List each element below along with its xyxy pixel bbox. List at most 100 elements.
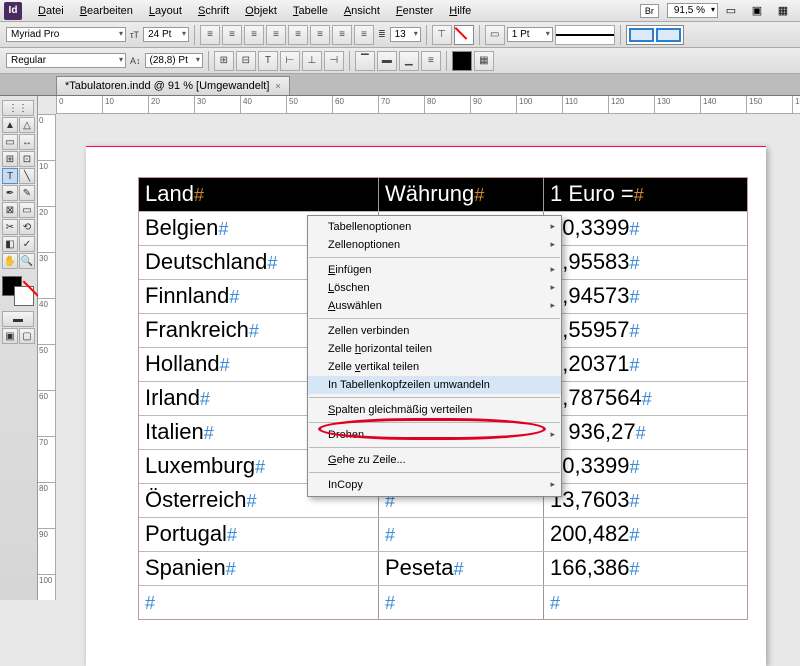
menu-datei[interactable]: Datei <box>30 2 72 20</box>
rotate-90-icon[interactable]: ⊢ <box>280 51 300 71</box>
table-row[interactable]: ### <box>139 585 747 619</box>
stroke-style-icon[interactable]: ▭ <box>485 25 505 45</box>
align-left-icon[interactable]: ≡ <box>200 25 220 45</box>
grabber-icon[interactable]: ⋮⋮ <box>2 100 34 116</box>
font-style-field[interactable]: Regular <box>6 53 126 68</box>
menu-bearbeiten[interactable]: Bearbeiten <box>72 2 141 20</box>
fill-none-swatch[interactable] <box>454 25 474 45</box>
menu-ansicht[interactable]: Ansicht <box>336 2 388 20</box>
fill-stroke-swatches[interactable] <box>2 276 34 306</box>
rotate-180-icon[interactable]: ⊥ <box>302 51 322 71</box>
font-size-field[interactable]: 24 Pt <box>143 27 189 42</box>
merge-cells-icon[interactable]: ⊞ <box>214 51 234 71</box>
table-cell[interactable]: 40,3399# <box>544 212 747 245</box>
rectangle-tool[interactable]: ▭ <box>19 202 35 218</box>
ctx-vertikal-teilen[interactable]: Zelle vertikal teilen <box>308 358 561 376</box>
rectangle-frame-tool[interactable]: ⊠ <box>2 202 18 218</box>
table-header-cell[interactable]: Land# <box>139 178 379 211</box>
table-cell[interactable]: Portugal# <box>139 518 379 551</box>
normal-view-icon[interactable]: ▣ <box>2 328 18 344</box>
menu-hilfe[interactable]: Hilfe <box>441 2 479 20</box>
arrange-icon[interactable]: ▦ <box>772 2 794 20</box>
table-cell[interactable]: 40,3399# <box>544 450 747 483</box>
ctx-spalten-verteilen[interactable]: Spalten gleichmäßig verteilen <box>308 401 561 419</box>
cell-valign-bot-icon[interactable]: ▁ <box>399 51 419 71</box>
stroke-weight-field[interactable]: 1 Pt <box>507 27 553 42</box>
free-transform-tool[interactable]: ⟲ <box>19 219 35 235</box>
table-cell[interactable]: # <box>379 586 544 619</box>
zoom-tool[interactable]: 🔍 <box>19 253 35 269</box>
hand-tool[interactable]: ✋ <box>2 253 18 269</box>
table-header-cell[interactable]: Währung# <box>379 178 544 211</box>
table-cell[interactable]: 13,7603# <box>544 484 747 517</box>
leading-field[interactable]: (28,8) Pt <box>145 53 203 68</box>
menu-schrift[interactable]: Schrift <box>190 2 237 20</box>
unmerge-cells-icon[interactable]: ⊟ <box>236 51 256 71</box>
justify-all-icon[interactable]: ≡ <box>266 25 286 45</box>
page-tool[interactable]: ▭ <box>2 134 18 150</box>
menu-layout[interactable]: Layout <box>141 2 190 20</box>
scissors-tool[interactable]: ✂ <box>2 219 18 235</box>
preview-view-icon[interactable]: ▢ <box>19 328 35 344</box>
cell-valign-mid-icon[interactable]: ▬ <box>377 51 397 71</box>
justify-right-icon[interactable]: ≡ <box>332 25 352 45</box>
line-tool[interactable]: ╲ <box>19 168 35 184</box>
stroke-proxy-icon[interactable]: ▦ <box>474 51 494 71</box>
ctx-loeschen[interactable]: Löschen <box>308 279 561 297</box>
ctx-gehe-zu-zeile[interactable]: Gehe zu Zeile... <box>308 451 561 469</box>
direct-selection-tool[interactable]: △ <box>19 117 35 133</box>
menu-tabelle[interactable]: Tabelle <box>285 2 336 20</box>
ctx-einfuegen[interactable]: Einfügen <box>308 261 561 279</box>
rotate-0-icon[interactable]: T <box>258 51 278 71</box>
table-cell[interactable]: # <box>139 586 379 619</box>
close-tab-icon[interactable]: × <box>275 81 280 91</box>
ctx-zellen-verbinden[interactable]: Zellen verbinden <box>308 322 561 340</box>
view-options-icon[interactable]: ▭ <box>720 2 742 20</box>
table-cell[interactable]: Spanien# <box>139 552 379 585</box>
table-header-cell[interactable]: 1 Euro =# <box>544 178 747 211</box>
align-right-icon[interactable]: ≡ <box>244 25 264 45</box>
stroke-type-field[interactable] <box>555 25 615 45</box>
eyedropper-tool[interactable]: ✓ <box>19 236 35 252</box>
selection-tool[interactable]: ▲ <box>2 117 18 133</box>
table-cell[interactable]: 200,482# <box>544 518 747 551</box>
justify-left-icon[interactable]: ≡ <box>288 25 308 45</box>
cell-valign-top-icon[interactable]: ▔ <box>355 51 375 71</box>
zoom-field[interactable]: 91,5 % <box>667 3 718 18</box>
apply-color-icon[interactable]: ▬ <box>2 311 34 327</box>
cell-valign-just-icon[interactable]: ≡ <box>421 51 441 71</box>
document-tab[interactable]: *Tabulatoren.indd @ 91 % [Umgewandelt] × <box>56 76 290 95</box>
spread-preview[interactable] <box>626 25 684 45</box>
rotate-270-icon[interactable]: ⊣ <box>324 51 344 71</box>
ctx-drehen[interactable]: Drehen <box>308 426 561 444</box>
content-collector-tool[interactable]: ⊞ <box>2 151 18 167</box>
align-center-icon[interactable]: ≡ <box>222 25 242 45</box>
table-cell[interactable]: 6,55957# <box>544 314 747 347</box>
content-placer-tool[interactable]: ⊡ <box>19 151 35 167</box>
table-row[interactable]: Portugal##200,482# <box>139 517 747 551</box>
ctx-in-kopfzeilen-umwandeln[interactable]: In Tabellenkopfzeilen umwandeln <box>308 376 561 394</box>
pencil-tool[interactable]: ✎ <box>19 185 35 201</box>
table-row[interactable]: Spanien#Peseta#166,386# <box>139 551 747 585</box>
table-cell[interactable]: # <box>544 586 747 619</box>
columns-field[interactable]: 13 <box>390 27 421 42</box>
gap-tool[interactable]: ↔ <box>19 134 35 150</box>
fill-black-swatch[interactable] <box>452 51 472 71</box>
table-cell[interactable]: 166,386# <box>544 552 747 585</box>
pen-tool[interactable]: ✒ <box>2 185 18 201</box>
table-cell[interactable]: 1 936,27# <box>544 416 747 449</box>
ctx-zellenoptionen[interactable]: Zellenoptionen <box>308 236 561 254</box>
table-cell[interactable]: # <box>379 518 544 551</box>
type-tool[interactable]: T <box>2 168 18 184</box>
justify-center-icon[interactable]: ≡ <box>310 25 330 45</box>
menu-fenster[interactable]: Fenster <box>388 2 441 20</box>
screen-mode-icon[interactable]: ▣ <box>746 2 768 20</box>
ctx-tabellenoptionen[interactable]: Tabellenoptionen <box>308 218 561 236</box>
bridge-button[interactable]: Br <box>640 4 659 18</box>
ctx-horizontal-teilen[interactable]: Zelle horizontal teilen <box>308 340 561 358</box>
table-cell[interactable]: 0,787564# <box>544 382 747 415</box>
ctx-auswaehlen[interactable]: Auswählen <box>308 297 561 315</box>
table-cell[interactable]: Peseta# <box>379 552 544 585</box>
gradient-swatch-tool[interactable]: ◧ <box>2 236 18 252</box>
ctx-incopy[interactable]: InCopy <box>308 476 561 494</box>
